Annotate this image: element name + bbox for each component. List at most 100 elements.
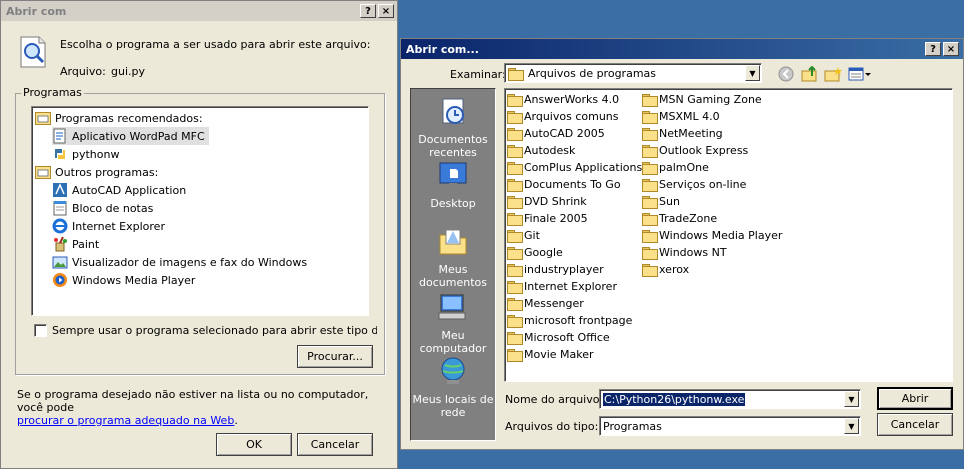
places-bar: Documentos recentes Desktop Meus documen… xyxy=(410,88,496,441)
dropdown-arrow-icon[interactable]: ▼ xyxy=(844,418,859,434)
program-item-pythonw[interactable]: pythonw xyxy=(52,145,119,163)
place-my-documents[interactable]: Meus documentos xyxy=(411,225,495,289)
always-use-checkbox[interactable] xyxy=(34,324,47,337)
folder-item[interactable]: MSXML 4.0 xyxy=(642,108,720,125)
folder-label: Movie Maker xyxy=(524,348,594,361)
folder-icon xyxy=(642,213,658,226)
cancel-button[interactable]: Cancelar xyxy=(877,413,953,436)
folder-item[interactable]: Serviços on-line xyxy=(642,176,746,193)
close-button[interactable]: × xyxy=(943,42,959,56)
place-network[interactable]: Meus locais de rede xyxy=(411,355,495,419)
folder-item[interactable]: Git xyxy=(507,227,540,244)
folder-icon xyxy=(642,196,658,209)
look-in-label-text: Examinar: xyxy=(450,68,506,81)
choose-program-text: Escolha o programa a ser usado para abri… xyxy=(60,38,371,51)
folder-icon xyxy=(642,94,658,107)
my-documents-icon xyxy=(411,225,495,260)
folder-label: Serviços on-line xyxy=(659,178,747,191)
program-label: Visualizador de imagens e fax do Windows xyxy=(72,255,308,269)
folder-item[interactable]: Arquivos comuns xyxy=(507,108,619,125)
folder-item[interactable]: Internet Explorer xyxy=(507,278,617,295)
recent-documents-icon xyxy=(411,95,495,130)
web-search-link[interactable]: procurar o programa adequado na Web xyxy=(17,414,234,427)
folder-item[interactable]: Movie Maker xyxy=(507,346,594,363)
ok-button[interactable]: OK xyxy=(216,433,292,456)
always-use-label[interactable]: Sempre usar o programa selecionado para … xyxy=(52,324,377,337)
file-list[interactable]: AnswerWorks 4.0 Arquivos comuns AutoCAD 20… xyxy=(504,88,953,382)
my-computer-icon xyxy=(411,291,495,326)
desktop-icon xyxy=(411,159,495,194)
title-bar: Abrir com ? × xyxy=(1,1,397,21)
folder-label: AnswerWorks 4.0 xyxy=(524,93,620,106)
dialog-title: Abrir com... xyxy=(406,42,479,56)
folder-item[interactable]: AnswerWorks 4.0 xyxy=(507,91,619,108)
folder-label: Arquivos comuns xyxy=(524,110,619,123)
place-recent-documents[interactable]: Documentos recentes xyxy=(411,95,495,159)
program-label: Bloco de notas xyxy=(72,201,154,215)
folder-item[interactable]: Outlook Express xyxy=(642,142,748,159)
folder-label: Autodesk xyxy=(524,144,576,157)
help-button[interactable]: ? xyxy=(925,42,941,56)
program-item-notepad[interactable]: Bloco de notas xyxy=(52,199,153,217)
folder-item[interactable]: xerox xyxy=(642,261,689,278)
folder-item[interactable]: AutoCAD 2005 xyxy=(507,125,605,142)
folder-item[interactable]: NetMeeting xyxy=(642,125,723,142)
folder-item[interactable]: Windows Media Player xyxy=(642,227,782,244)
folder-label: MSXML 4.0 xyxy=(659,110,720,123)
folder-item[interactable]: Autodesk xyxy=(507,142,575,159)
program-item-autocad[interactable]: AutoCAD Application xyxy=(52,181,186,199)
folder-icon xyxy=(507,128,523,141)
programs-group-label: Programas xyxy=(21,86,84,99)
new-folder-icon[interactable] xyxy=(824,66,842,85)
program-item-image-viewer[interactable]: Visualizador de imagens e fax do Windows xyxy=(52,253,307,271)
internet-explorer-icon xyxy=(52,218,68,234)
dropdown-arrow-icon[interactable]: ▼ xyxy=(844,391,859,407)
up-folder-icon[interactable] xyxy=(801,65,819,85)
close-button[interactable]: × xyxy=(378,4,394,18)
folder-label: Windows Media Player xyxy=(659,229,783,242)
folder-icon xyxy=(642,264,658,277)
folder-item[interactable]: Finale 2005 xyxy=(507,210,588,227)
program-item-media-player[interactable]: Windows Media Player xyxy=(52,271,195,289)
view-menu-icon[interactable] xyxy=(848,66,872,85)
browse-button[interactable]: Procurar... xyxy=(297,345,373,368)
back-icon[interactable] xyxy=(778,66,794,85)
folder-item[interactable]: microsoft frontpage xyxy=(507,312,632,329)
program-item-wordpad[interactable]: Aplicativo WordPad MFC xyxy=(52,127,209,145)
program-group-icon xyxy=(35,164,51,180)
folder-label: Google xyxy=(524,246,563,259)
file-name: gui.py xyxy=(111,65,145,78)
help-button[interactable]: ? xyxy=(360,4,376,18)
folder-item[interactable]: MSN Gaming Zone xyxy=(642,91,762,108)
look-in-combo[interactable]: Arquivos de programas ▼ xyxy=(504,63,762,83)
open-button[interactable]: Abrir xyxy=(877,387,953,410)
folder-icon xyxy=(507,315,523,328)
folder-item[interactable]: palmOne xyxy=(642,159,709,176)
folder-item[interactable]: Sun xyxy=(642,193,680,210)
programs-list[interactable]: Programas recomendados: Aplicativo WordP… xyxy=(31,106,369,316)
folder-item[interactable]: Documents To Go xyxy=(507,176,621,193)
place-desktop[interactable]: Desktop xyxy=(411,159,495,210)
filetype-select[interactable]: Programas ▼ xyxy=(599,416,861,436)
folder-item[interactable]: industryplayer xyxy=(507,261,604,278)
folder-item[interactable]: ComPlus Applications xyxy=(507,159,642,176)
recommended-header: Programas recomendados: xyxy=(35,109,203,127)
cancel-button[interactable]: Cancelar xyxy=(297,433,373,456)
folder-item[interactable]: DVD Shrink xyxy=(507,193,587,210)
program-item-paint[interactable]: Paint xyxy=(52,235,99,253)
filename-label: Nome do arquivo: xyxy=(505,393,604,406)
program-item-internet-explorer[interactable]: Internet Explorer xyxy=(52,217,165,235)
folder-label: palmOne xyxy=(659,161,709,174)
paint-icon xyxy=(52,236,68,252)
folder-item[interactable]: Microsoft Office xyxy=(507,329,610,346)
dropdown-arrow-icon[interactable]: ▼ xyxy=(745,65,760,81)
filename-input[interactable]: C:\Python26\pythonw.exe ▼ xyxy=(599,389,861,409)
folder-item[interactable]: Messenger xyxy=(507,295,584,312)
place-my-computer[interactable]: Meu computador xyxy=(411,291,495,355)
program-label: Windows Media Player xyxy=(72,273,196,287)
folder-item[interactable]: Windows NT xyxy=(642,244,727,261)
program-group-icon xyxy=(35,110,51,126)
folder-item[interactable]: TradeZone xyxy=(642,210,717,227)
folder-item[interactable]: Google xyxy=(507,244,563,261)
python-icon xyxy=(52,146,68,162)
